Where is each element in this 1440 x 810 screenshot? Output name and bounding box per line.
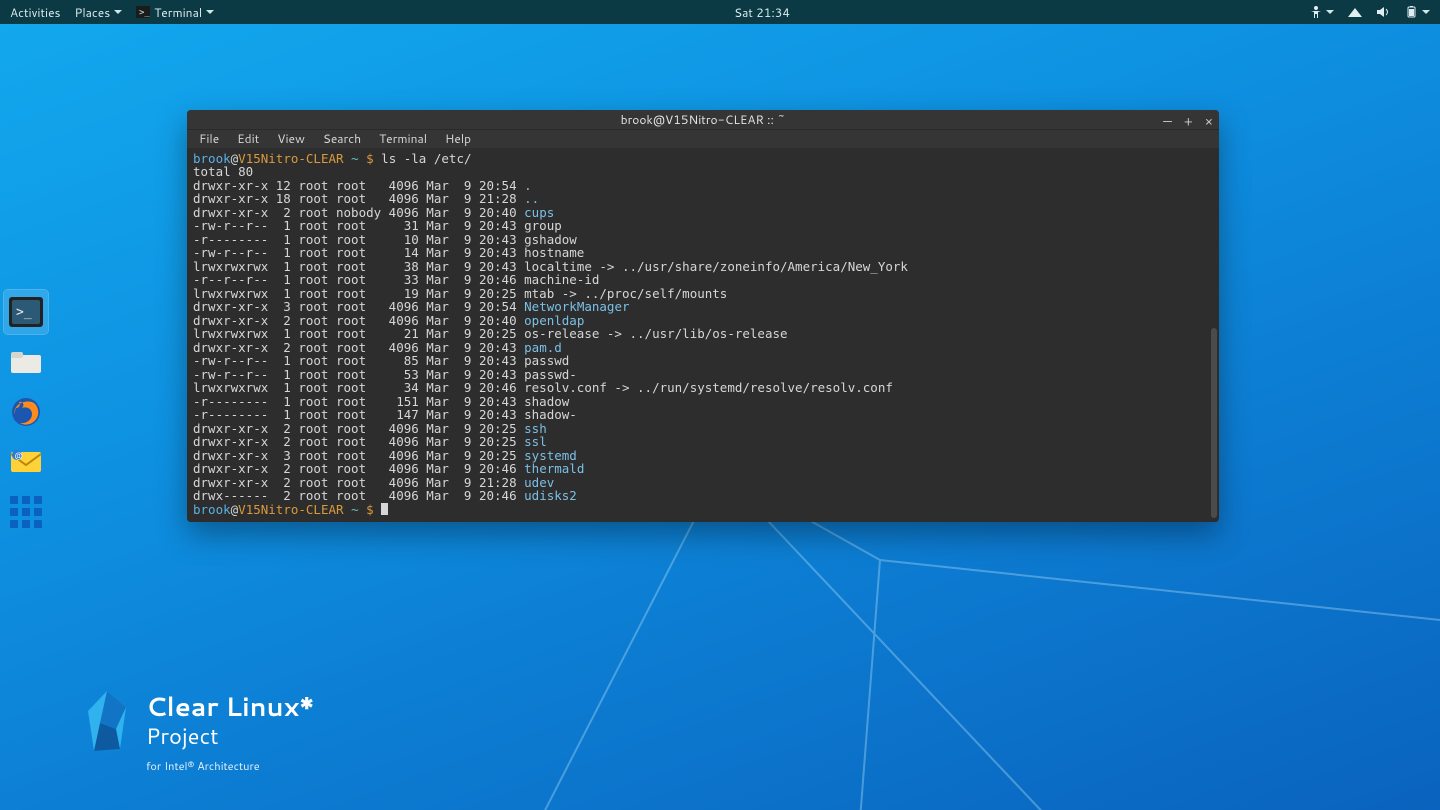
- speaker-icon: [1376, 6, 1390, 18]
- menu-edit[interactable]: Edit: [237, 130, 259, 147]
- brand-title: Clear Linux*: [146, 689, 314, 725]
- window-maximize-button[interactable]: +: [1184, 116, 1193, 129]
- chevron-down-icon: [1422, 10, 1430, 14]
- focused-app-label: Terminal: [154, 4, 202, 21]
- chevron-down-icon: [206, 10, 214, 14]
- apps-grid-icon: [9, 495, 43, 529]
- window-minimize-button[interactable]: —: [1163, 116, 1172, 129]
- terminal-icon: >_: [136, 5, 150, 19]
- svg-text:>_: >_: [16, 305, 32, 320]
- battery-icon: [1404, 6, 1418, 18]
- terminal-scrollbar[interactable]: [1211, 328, 1217, 518]
- terminal-icon: >_: [9, 295, 43, 329]
- dash-app-terminal[interactable]: >_: [4, 290, 48, 334]
- dash: >_ @: [4, 290, 48, 534]
- window-title: brook@V15Nitro-CLEAR :: ~: [621, 111, 786, 128]
- network-indicator[interactable]: [1348, 8, 1362, 17]
- svg-text:@: @: [15, 449, 23, 461]
- places-menu[interactable]: Places: [75, 4, 123, 21]
- menu-file[interactable]: File: [199, 130, 219, 147]
- dash-app-firefox[interactable]: [4, 390, 48, 434]
- accessibility-menu[interactable]: [1310, 6, 1334, 18]
- volume-indicator[interactable]: [1376, 6, 1390, 18]
- dash-app-files[interactable]: [4, 340, 48, 384]
- window-close-button[interactable]: ×: [1205, 116, 1213, 129]
- clear-linux-logo-icon: [86, 689, 128, 759]
- terminal-window: brook@V15Nitro-CLEAR :: ~ — + × File Edit…: [187, 110, 1219, 522]
- chevron-down-icon: [114, 10, 122, 14]
- battery-indicator[interactable]: [1404, 6, 1430, 18]
- places-label: Places: [75, 4, 111, 21]
- folder-icon: [9, 345, 43, 379]
- chevron-down-icon: [1326, 10, 1334, 14]
- clock[interactable]: Sat 21:34: [734, 4, 790, 21]
- menu-help[interactable]: Help: [445, 130, 471, 147]
- activities-button[interactable]: Activities: [10, 4, 61, 21]
- brand-subtitle: Project: [146, 721, 314, 752]
- window-titlebar[interactable]: brook@V15Nitro-CLEAR :: ~ — + ×: [187, 110, 1219, 129]
- focused-app-menu[interactable]: >_ Terminal: [136, 4, 214, 21]
- menu-view[interactable]: View: [277, 130, 305, 147]
- wallpaper-brand: Clear Linux* Project for Intel® Architec…: [86, 689, 314, 774]
- firefox-icon: [9, 395, 43, 429]
- menu-search[interactable]: Search: [323, 130, 361, 147]
- menu-terminal[interactable]: Terminal: [379, 130, 427, 147]
- brand-tagline: for Intel® Architecture: [146, 758, 314, 774]
- dash-show-apps[interactable]: [4, 490, 48, 534]
- dash-app-mail[interactable]: @: [4, 440, 48, 484]
- svg-text:>_: >_: [139, 8, 150, 18]
- terminal-output[interactable]: brook@V15Nitro-CLEAR ~ $ ls -la /etc/ to…: [187, 148, 1219, 523]
- terminal-menubar: File Edit View Search Terminal Help: [187, 129, 1219, 147]
- top-panel: Activities Places >_ Terminal Sat 21:34: [0, 0, 1440, 24]
- wifi-icon: [1348, 8, 1362, 17]
- mail-icon: @: [9, 445, 43, 479]
